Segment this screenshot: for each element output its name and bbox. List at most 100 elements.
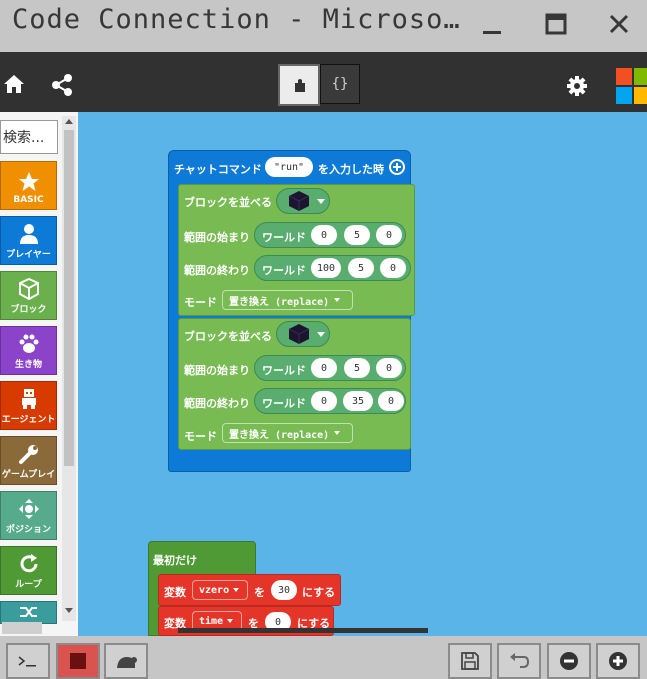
- shuffle-icon: [19, 606, 37, 617]
- variable-label: 変数: [164, 586, 186, 599]
- gear-icon: [567, 76, 587, 96]
- chevron-down-icon: [227, 619, 234, 623]
- coord-x[interactable]: 0: [311, 358, 337, 378]
- zoom-out-icon: [560, 652, 578, 670]
- terminal-icon: [18, 656, 36, 667]
- minimize-icon: [483, 31, 501, 34]
- category-loops[interactable]: ループ: [0, 546, 57, 595]
- category-blocks[interactable]: ブロック: [0, 271, 57, 320]
- add-parameter-button[interactable]: [388, 158, 406, 180]
- fill-mode-dropdown[interactable]: 置き換え (replace): [222, 423, 353, 443]
- blocks-mode-button[interactable]: [278, 64, 320, 106]
- variable-name-dropdown[interactable]: vzero: [192, 580, 248, 600]
- coord-y[interactable]: 5: [344, 225, 370, 245]
- to-label: を: [254, 586, 265, 599]
- workspace-hscroll[interactable]: [178, 628, 428, 633]
- turtle-icon: [117, 657, 137, 668]
- mode-label: モード: [184, 296, 217, 309]
- close-icon: [609, 14, 629, 34]
- move-arrows-icon: [18, 499, 39, 519]
- code-workspace[interactable]: チャットコマンド "run" を入力した時 ブロックを並べる 範囲の始まり ワー…: [78, 112, 647, 636]
- category-basic[interactable]: BASIC: [0, 161, 57, 210]
- fill-mode-value: 置き換え (replace): [229, 296, 330, 308]
- fill-label: ブロックを並べる: [184, 196, 272, 209]
- chat-command-input[interactable]: "run": [265, 157, 313, 177]
- slow-mode-button[interactable]: [104, 643, 148, 679]
- block-picker[interactable]: [276, 321, 330, 347]
- paw-icon: [19, 334, 38, 353]
- zoom-out-button[interactable]: [547, 643, 591, 679]
- category-label: プレイヤー: [6, 250, 51, 260]
- minimize-button[interactable]: [474, 6, 510, 42]
- palette-hscroll[interactable]: [2, 622, 42, 634]
- scroll-up-icon[interactable]: [65, 119, 73, 124]
- settings-button[interactable]: [565, 74, 589, 98]
- category-position[interactable]: ポジション: [0, 491, 57, 540]
- chat-command-suffix: を入力した時: [318, 163, 384, 176]
- world-label: ワールド: [262, 231, 306, 244]
- chevron-down-icon: [233, 588, 240, 592]
- coord-y[interactable]: 5: [348, 258, 374, 278]
- home-button[interactable]: [2, 72, 26, 96]
- category-label: ゲームプレイ: [1, 470, 56, 480]
- chevron-down-icon: [334, 431, 341, 435]
- category-label: ポジション: [5, 525, 51, 535]
- scroll-down-icon[interactable]: [65, 608, 73, 613]
- variable-value-input[interactable]: 30: [271, 580, 297, 600]
- plus-circle-icon: [389, 159, 405, 175]
- obsidian-block-icon: [288, 191, 310, 211]
- coord-x[interactable]: 0: [311, 225, 337, 245]
- coord-y[interactable]: 5: [344, 358, 370, 378]
- share-icon: [52, 74, 72, 96]
- category-label: ブロック: [10, 305, 47, 315]
- category-gameplay[interactable]: ゲームプレイ: [0, 436, 57, 485]
- share-button[interactable]: [49, 72, 75, 98]
- world-label: ワールド: [262, 397, 306, 410]
- category-agent[interactable]: エージェント: [0, 381, 57, 430]
- chat-command-label: チャットコマンド: [174, 163, 262, 176]
- coord-z[interactable]: 0: [378, 391, 404, 411]
- category-label: ループ: [15, 580, 42, 590]
- world-label: ワールド: [262, 364, 306, 377]
- world-label: ワールド: [262, 264, 306, 277]
- scroll-thumb[interactable]: [64, 130, 74, 466]
- stop-button[interactable]: [56, 643, 100, 679]
- undo-button[interactable]: [497, 643, 541, 679]
- window-title: Code Connection - Microso…: [12, 4, 461, 35]
- range-end-label: 範囲の終わり: [184, 264, 250, 277]
- undo-icon: [510, 653, 530, 668]
- search-input[interactable]: 検索...: [0, 120, 58, 154]
- coord-x[interactable]: 0: [311, 391, 337, 411]
- category-player[interactable]: プレイヤー: [0, 216, 57, 265]
- save-button[interactable]: [448, 643, 492, 679]
- coord-x[interactable]: 100: [311, 258, 341, 278]
- category-label: BASIC: [13, 195, 44, 205]
- block-picker[interactable]: [276, 188, 330, 214]
- coord-z[interactable]: 0: [380, 258, 406, 278]
- stop-icon: [70, 653, 86, 669]
- coord-z[interactable]: 0: [376, 225, 402, 245]
- close-button[interactable]: [601, 6, 637, 42]
- fill-mode-value: 置き換え (replace): [229, 429, 330, 441]
- coord-y[interactable]: 35: [343, 391, 373, 411]
- zoom-in-icon: [609, 652, 627, 670]
- category-mobs[interactable]: 生き物: [0, 326, 57, 375]
- range-start-label: 範囲の始まり: [184, 364, 250, 377]
- agent-icon: [21, 389, 36, 409]
- category-logic[interactable]: [0, 601, 57, 624]
- home-icon: [4, 75, 24, 93]
- variable-name: vzero: [199, 584, 230, 596]
- cube-icon: [18, 278, 39, 300]
- mode-label: モード: [184, 430, 217, 443]
- coord-z[interactable]: 0: [376, 358, 402, 378]
- zoom-in-button[interactable]: [596, 643, 640, 679]
- palette-scrollbar[interactable]: [62, 116, 76, 621]
- code-mode-button[interactable]: {}: [320, 64, 360, 104]
- wrench-icon: [18, 445, 38, 464]
- terminal-button[interactable]: [6, 643, 50, 679]
- maximize-button[interactable]: [538, 6, 574, 42]
- fill-mode-dropdown[interactable]: 置き換え (replace): [222, 290, 353, 310]
- chevron-down-icon: [317, 199, 325, 204]
- maximize-icon: [545, 13, 567, 35]
- chevron-down-icon: [317, 332, 325, 337]
